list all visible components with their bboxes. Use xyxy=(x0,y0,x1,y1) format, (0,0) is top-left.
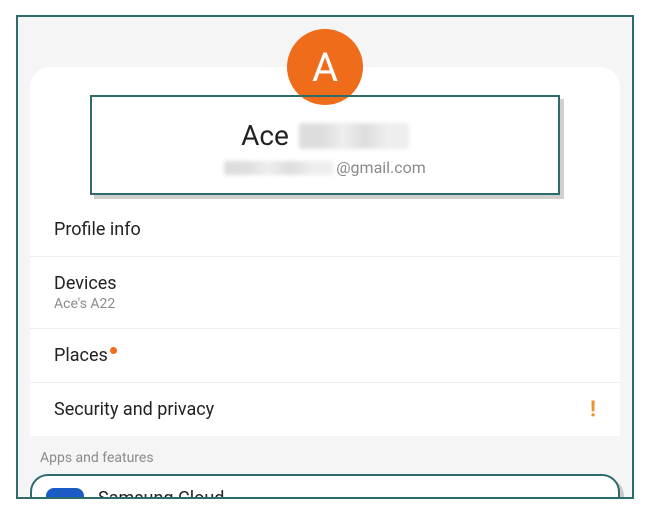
notification-dot-icon xyxy=(110,347,117,354)
content: A Ace @gmail.com Profile info Devices Ac… xyxy=(18,17,632,499)
email-redacted xyxy=(224,161,334,175)
name-redacted xyxy=(299,123,409,149)
samsung-cloud-item[interactable]: Samsung Cloud Sync · Back up · Restore xyxy=(30,474,620,499)
section-header-apps: Apps and features xyxy=(18,436,632,474)
cloud-text: Samsung Cloud Sync · Back up · Restore xyxy=(98,488,236,499)
cloud-title: Samsung Cloud xyxy=(98,488,236,499)
name-first: Ace xyxy=(241,119,289,152)
account-card: Ace @gmail.com Profile info Devices Ace'… xyxy=(30,67,620,436)
account-name: Ace xyxy=(102,119,548,152)
menu-devices[interactable]: Devices Ace's A22 xyxy=(30,257,620,329)
menu-profile-info[interactable]: Profile info xyxy=(30,203,620,257)
screenshot-frame: A Ace @gmail.com Profile info Devices Ac… xyxy=(16,15,634,499)
avatar-initial: A xyxy=(312,44,338,91)
cloud-icon xyxy=(46,488,84,499)
menu-title: Security and privacy xyxy=(54,399,596,420)
email-suffix: @gmail.com xyxy=(336,158,426,177)
alert-icon: ! xyxy=(590,397,596,422)
cloud-backup-icon xyxy=(53,495,77,499)
identity-block[interactable]: Ace @gmail.com xyxy=(90,95,560,195)
menu-title: Devices xyxy=(54,273,596,294)
avatar[interactable]: A xyxy=(287,29,363,105)
account-email: @gmail.com xyxy=(102,158,548,177)
places-label: Places xyxy=(54,345,108,366)
menu-title: Places xyxy=(54,345,596,366)
menu-security-privacy[interactable]: Security and privacy ! xyxy=(30,383,620,436)
menu-title: Profile info xyxy=(54,219,596,240)
menu-sub: Ace's A22 xyxy=(54,296,596,312)
menu-places[interactable]: Places xyxy=(30,329,620,383)
